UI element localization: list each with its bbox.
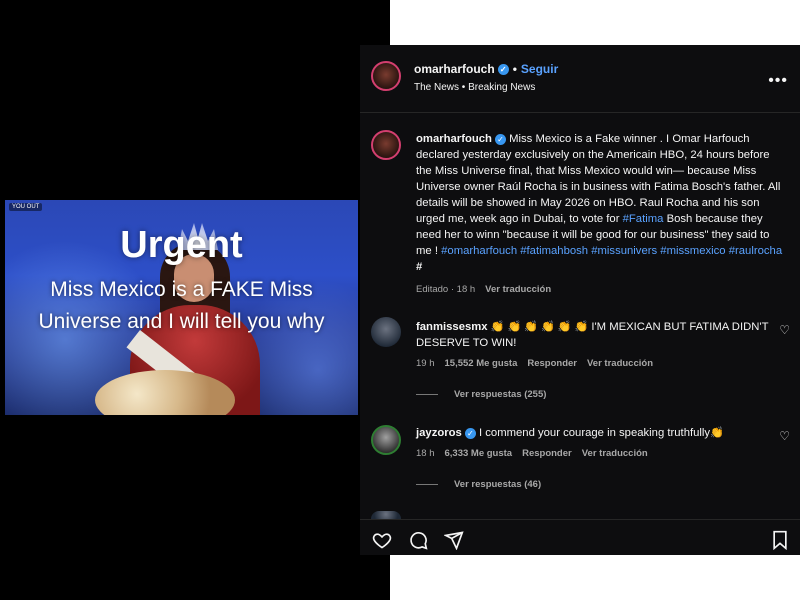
instagram-post-panel: omarharfouch ✓ • Seguir The News • Breaking… — [360, 45, 800, 555]
verified-badge-icon: ✓ — [464, 427, 476, 439]
view-replies-button[interactable]: Ver respuestas (46) — [416, 479, 541, 490]
video-tag: YOU OUT — [9, 203, 43, 211]
share-icon[interactable] — [443, 530, 464, 551]
replies-line — [416, 483, 438, 485]
hashtag-link[interactable]: #Fatima — [623, 213, 664, 225]
avatar[interactable] — [371, 61, 401, 91]
video-text-line2: Universe and I will tell you why — [38, 310, 325, 333]
verified-badge-icon: ✓ — [494, 133, 506, 145]
comment-username[interactable]: fanmissesmx — [416, 321, 488, 333]
verified-badge-icon: ✓ — [497, 64, 509, 76]
likes-count[interactable]: 15,552 Me gusta — [445, 358, 518, 369]
hashtag-link[interactable]: #fatimahbosh — [520, 245, 588, 257]
comment-username[interactable]: jayzoros — [416, 427, 462, 439]
comment: jayzoros ✓ I commend your courage in spea… — [416, 425, 771, 441]
divider — [360, 112, 800, 113]
hashtag-link[interactable]: # — [416, 261, 422, 273]
heart-icon[interactable] — [372, 530, 392, 550]
caption-avatar[interactable] — [371, 130, 401, 160]
clap-emoji-icon: 👏 — [710, 427, 724, 439]
more-horizontal-icon[interactable]: ••• — [768, 72, 788, 90]
comment-avatar[interactable] — [371, 425, 401, 455]
see-translation-link[interactable]: Ver traducción — [485, 284, 551, 295]
header-username-text[interactable]: omarharfouch — [414, 62, 495, 76]
heart-icon[interactable]: ♡ — [779, 323, 790, 337]
comment-time: 19 h — [416, 358, 435, 369]
post-caption: omarharfouch ✓ Miss Mexico is a Fake winn… — [416, 131, 788, 275]
comment-meta: 18 h 6,333 Me gusta Responder Ver traducció… — [416, 448, 648, 459]
comment-text: I commend your courage in speaking truth… — [478, 427, 711, 439]
header-username[interactable]: omarharfouch ✓ • Seguir — [414, 62, 558, 76]
divider — [360, 519, 800, 520]
comment-avatar[interactable] — [371, 511, 401, 519]
follow-button[interactable]: Seguir — [521, 62, 558, 76]
edited-time: Editado · 18 h — [416, 284, 476, 295]
reply-button[interactable]: Responder — [527, 358, 577, 369]
video-title: Urgent — [120, 224, 243, 266]
caption-username[interactable]: omarharfouch — [416, 133, 492, 145]
see-translation-link[interactable]: Ver traducción — [582, 448, 648, 459]
comment-icon[interactable] — [408, 530, 428, 550]
hashtag-link[interactable]: #raulrocha — [729, 245, 782, 257]
video-thumbnail[interactable]: YOU OUT Urgent Miss Mexico is a FAKE Mis… — [5, 200, 358, 415]
view-replies-button[interactable]: Ver respuestas (255) — [416, 389, 546, 400]
hashtag-link[interactable]: #omarharfouch — [441, 245, 517, 257]
header-subtitle[interactable]: The News • Breaking News — [414, 82, 535, 93]
video-text-line1: Miss Mexico is a FAKE Miss — [50, 278, 313, 301]
likes-count[interactable]: 6,333 Me gusta — [445, 448, 513, 459]
hashtag-link[interactable]: #missunivers — [591, 245, 657, 257]
hashtag-link[interactable]: #missmexico — [660, 245, 725, 257]
comment-time: 18 h — [416, 448, 435, 459]
dot-separator: • — [512, 62, 517, 76]
caption-meta: Editado · 18 h Ver traducción — [416, 284, 551, 295]
see-translation-link[interactable]: Ver traducción — [587, 358, 653, 369]
comment-meta: 19 h 15,552 Me gusta Responder Ver traducci… — [416, 358, 653, 369]
comment-avatar[interactable] — [371, 317, 401, 347]
heart-icon[interactable]: ♡ — [779, 429, 790, 443]
caption-text: Miss Mexico is a Fake winner . I Omar Ha… — [416, 133, 781, 225]
clap-emoji-icon: 👏 👏 👏 👏 👏 👏 — [490, 321, 589, 333]
view-replies-label[interactable]: Ver respuestas (46) — [454, 479, 541, 490]
view-replies-label[interactable]: Ver respuestas (255) — [454, 389, 546, 400]
partial-comment — [416, 513, 716, 518]
replies-line — [416, 393, 438, 395]
save-icon[interactable] — [770, 530, 790, 551]
reply-button[interactable]: Responder — [522, 448, 572, 459]
comment: fanmissesmx 👏 👏 👏 👏 👏 👏 I'M MEXICAN BUT … — [416, 319, 771, 351]
